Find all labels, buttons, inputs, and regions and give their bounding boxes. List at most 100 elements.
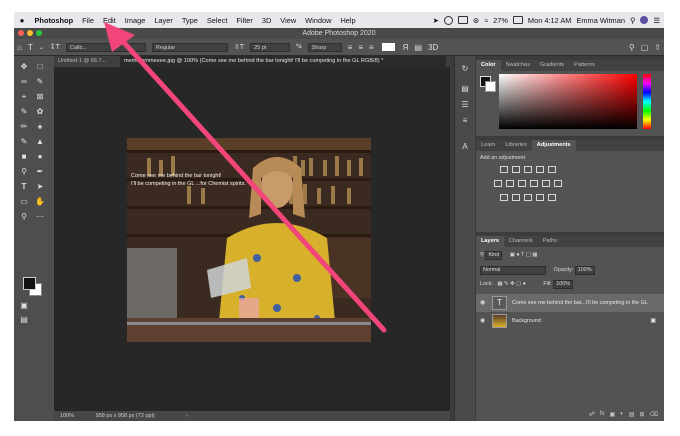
move-tool-icon[interactable]: ✥	[18, 61, 30, 72]
link-icon[interactable]: ☍	[589, 411, 595, 418]
fx-icon[interactable]: fx	[600, 411, 605, 418]
healing-tool-icon[interactable]: ✿	[34, 106, 46, 117]
lasso-tool-icon[interactable]: ∞	[18, 76, 30, 87]
pen-tool-icon[interactable]: ✒	[34, 166, 46, 177]
font-style-select[interactable]: Regular	[151, 42, 228, 52]
align-right-icon[interactable]: ≡	[366, 43, 377, 52]
battery-percent[interactable]: 27%	[493, 16, 508, 25]
tab-swatches[interactable]: Swatches	[501, 60, 535, 71]
menu-file[interactable]: File	[78, 16, 99, 25]
tab-color[interactable]: Color	[476, 60, 501, 71]
character-panel-icon[interactable]: ▤	[411, 43, 425, 52]
history-brush-icon[interactable]: ✎	[18, 136, 30, 147]
battery-icon[interactable]	[512, 16, 523, 24]
font-size-select[interactable]: 25 pt	[250, 42, 291, 52]
screen-mode-icon[interactable]: ▤	[18, 314, 30, 325]
visibility-eye-icon[interactable]: ◉	[480, 299, 485, 306]
zoom-level[interactable]: 100%	[60, 413, 74, 419]
exposure-icon[interactable]	[536, 166, 544, 173]
eyedropper-tool-icon[interactable]: ✎	[18, 106, 30, 117]
filter-icons[interactable]: ▣ ● T ▢ ▦	[510, 252, 538, 258]
threshold-icon[interactable]	[524, 194, 532, 201]
layer-filter[interactable]: ⚲ Kind ▣ ● T ▢ ▦	[480, 251, 537, 260]
brightness-icon[interactable]	[500, 166, 508, 173]
vibrance-icon[interactable]	[548, 166, 556, 173]
menu-filter[interactable]: Filter	[232, 16, 257, 25]
warp-text-icon[interactable]: Я	[400, 43, 412, 52]
font-family-select[interactable]: Calib...	[65, 42, 146, 52]
menu-type[interactable]: Type	[177, 16, 202, 25]
text-layer-overlay[interactable]: Come see me behind the bar tonight! I'll…	[131, 172, 246, 188]
black-white-icon[interactable]	[518, 180, 526, 187]
mask-icon[interactable]: ▣	[610, 411, 616, 418]
layer-row-background[interactable]: ◉ Background ▣	[476, 312, 664, 330]
quick-mask-icon[interactable]: ▣	[18, 300, 30, 311]
spotlight-icon[interactable]: ⚲	[630, 16, 635, 25]
tab-active-document[interactable]: memmemmeeee.jpg @ 100% (Come see me behi…	[120, 56, 446, 67]
document-image[interactable]: Come see me behind the bar tonight! I'll…	[127, 138, 371, 342]
marquee-tool-icon[interactable]: □	[34, 61, 46, 72]
search-icon[interactable]: ⚲	[626, 43, 638, 52]
hue-saturation-icon[interactable]	[494, 180, 502, 187]
eraser-tool-icon[interactable]: ▲	[34, 136, 46, 147]
blur-tool-icon[interactable]: ●	[34, 151, 46, 162]
tab-patterns[interactable]: Patterns	[569, 60, 600, 71]
invert-icon[interactable]	[500, 194, 508, 201]
location-icon[interactable]: ➤	[433, 16, 439, 25]
glyphs-panel-icon[interactable]: A	[460, 142, 470, 152]
adjust-panel-icon[interactable]: ≡	[460, 116, 470, 126]
new-layer-icon[interactable]: ⊞	[639, 411, 644, 418]
chevron-down-icon[interactable]: ⌄	[36, 44, 47, 51]
trash-icon[interactable]: ⌫	[650, 411, 658, 418]
frame-tool-icon[interactable]: ⊠	[34, 91, 46, 102]
menu-image[interactable]: Image	[120, 16, 150, 25]
brush-tool-icon[interactable]: ✏	[18, 121, 30, 132]
color-bg-swatch[interactable]	[485, 81, 496, 92]
adjustment-layer-icon[interactable]: ◐	[620, 411, 624, 418]
text-color-swatch[interactable]	[381, 43, 395, 51]
blend-mode-select[interactable]: Normal	[480, 266, 546, 275]
gradient-tool-icon[interactable]: ■	[18, 151, 30, 162]
properties-panel-icon[interactable]: ▤	[460, 84, 470, 94]
curves-icon[interactable]	[524, 166, 532, 173]
layer-row-text[interactable]: ◉ T Come see me behind the bar...I'll be…	[476, 294, 664, 312]
menu-view[interactable]: View	[276, 16, 301, 25]
levels-icon[interactable]	[512, 166, 520, 173]
color-balance-icon[interactable]	[506, 180, 514, 187]
zoom-tool-icon[interactable]: ⚲	[18, 211, 30, 222]
clock[interactable]: Mon 4:12 AM	[528, 16, 572, 25]
close-window-button[interactable]	[18, 30, 24, 36]
tab-paths[interactable]: Paths	[538, 236, 562, 247]
zoom-window-button[interactable]	[36, 30, 42, 36]
tab-channels[interactable]: Channels	[504, 236, 538, 247]
antialias-select[interactable]: Sharp	[307, 42, 342, 52]
color-lookup-icon[interactable]	[554, 180, 562, 187]
menu-window[interactable]: Window	[301, 16, 336, 25]
share-icon[interactable]: ⇧	[651, 43, 664, 52]
visibility-eye-icon[interactable]: ◉	[480, 317, 485, 324]
type-tool-icon[interactable]: T	[18, 181, 30, 192]
align-left-icon[interactable]: ≡	[345, 43, 356, 52]
tab-layers[interactable]: Layers	[476, 236, 505, 247]
menu-edit[interactable]: Edit	[99, 16, 121, 25]
tab-gradients[interactable]: Gradients	[535, 60, 569, 71]
foreground-color-swatch[interactable]	[23, 277, 36, 290]
tab-untitled[interactable]: Untitled-1 @ 66.7...	[54, 56, 126, 67]
selective-color-icon[interactable]	[548, 194, 556, 201]
3d-icon[interactable]: 3D	[425, 43, 441, 52]
hand-tool-icon[interactable]: ✋	[34, 196, 46, 207]
tab-libraries[interactable]: Libraries	[500, 140, 531, 151]
timemachine-icon[interactable]	[443, 15, 453, 25]
siri-icon[interactable]	[640, 16, 649, 24]
canvas-area[interactable]: Come see me behind the bar tonight! I'll…	[54, 68, 450, 411]
libraries-panel-icon[interactable]: ☰	[460, 100, 470, 110]
crop-tool-icon[interactable]: ⌖	[18, 91, 30, 102]
tab-adjustments[interactable]: Adjustments	[531, 140, 576, 151]
channel-mixer-icon[interactable]	[542, 180, 550, 187]
posterize-icon[interactable]	[512, 194, 520, 201]
menu-3d[interactable]: 3D	[257, 16, 275, 25]
history-panel-icon[interactable]: ↻	[460, 64, 470, 74]
apple-icon[interactable]: ●	[14, 16, 30, 25]
kind-select[interactable]: Kind	[485, 251, 503, 260]
menu-layer[interactable]: Layer	[150, 16, 178, 25]
